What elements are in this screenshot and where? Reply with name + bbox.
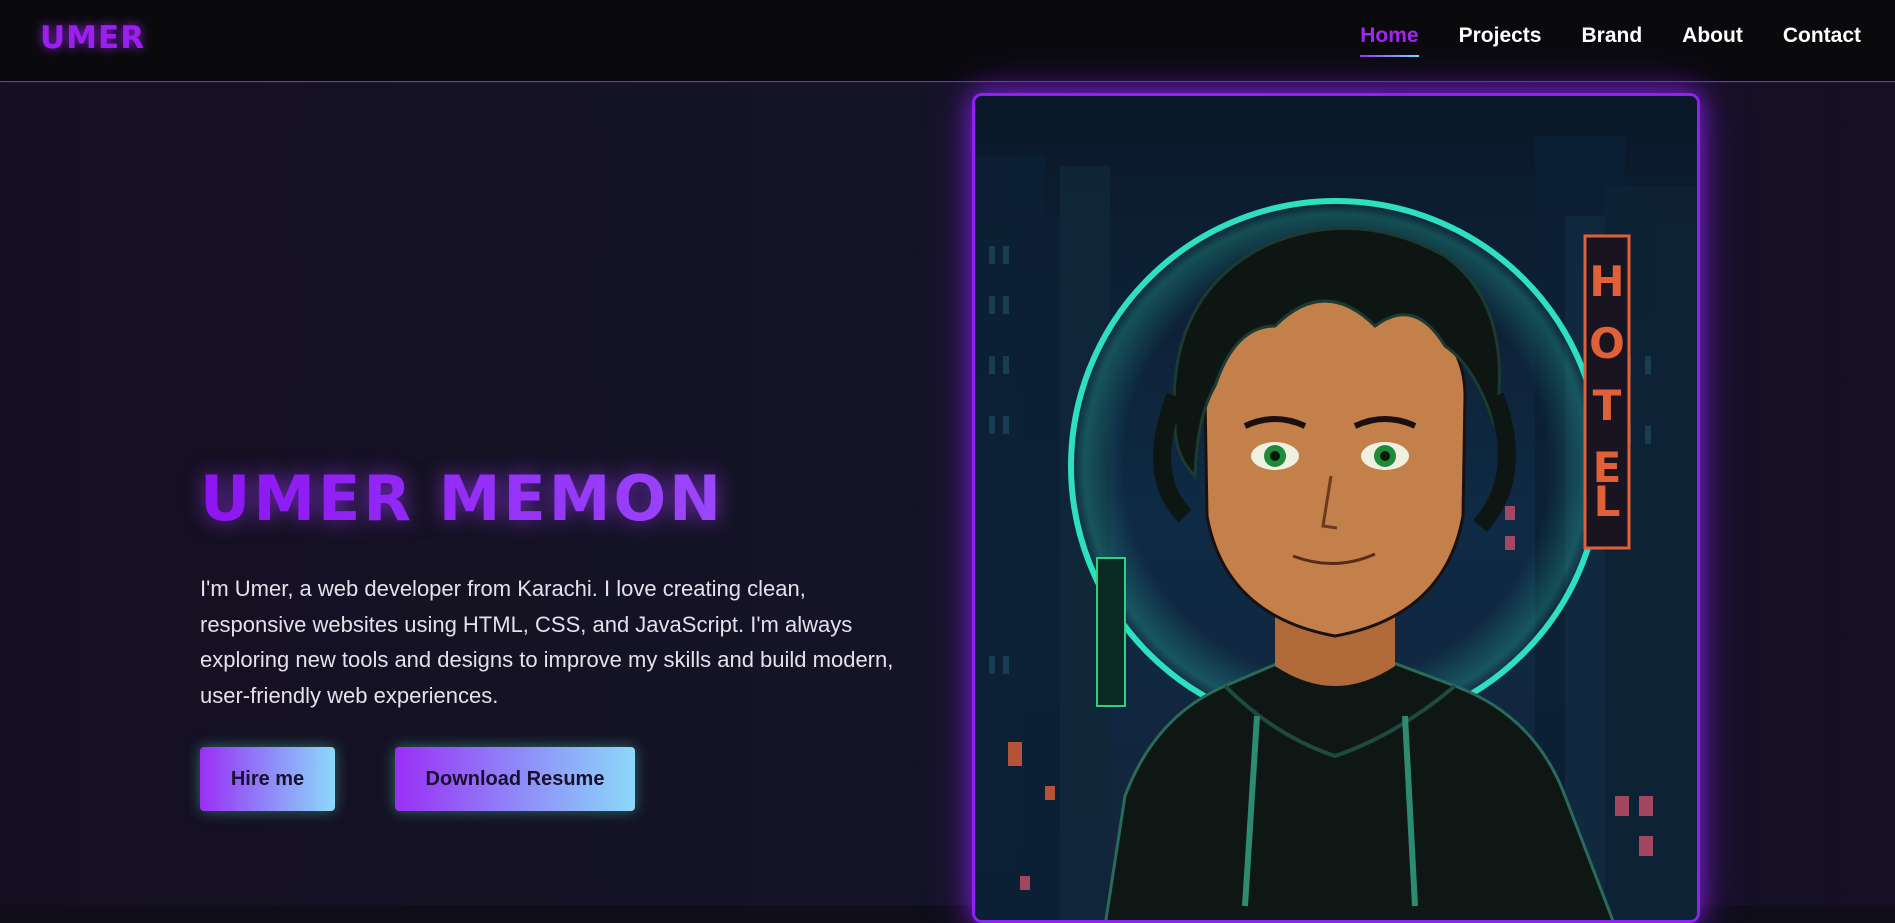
hero-text-block: UMER MEMON I'm Umer, a web developer fro… <box>200 462 920 713</box>
face <box>1203 294 1467 638</box>
navbar: UMER Home Projects Brand About Contact <box>0 0 1895 82</box>
svg-text:H: H <box>1589 257 1624 306</box>
svg-text:L: L <box>1594 477 1621 526</box>
portrait-image: H O T E L <box>972 93 1700 923</box>
nav-projects[interactable]: Projects <box>1459 24 1542 54</box>
hero-description: I'm Umer, a web developer from Karachi. … <box>200 576 894 708</box>
nav-contact[interactable]: Contact <box>1783 24 1861 54</box>
portrait-illustration: H O T E L <box>975 96 1697 920</box>
svg-text:T: T <box>1593 381 1622 430</box>
svg-text:O: O <box>1589 319 1625 368</box>
nav-brand[interactable]: Brand <box>1581 24 1642 54</box>
hire-me-button[interactable]: Hire me <box>200 747 335 811</box>
hero-name: UMER MEMON <box>200 462 920 535</box>
hero-buttons: Hire me Download Resume <box>200 747 635 811</box>
download-resume-button[interactable]: Download Resume <box>395 747 635 811</box>
hotel-sign: H O T E L <box>1583 234 1631 550</box>
nav-about[interactable]: About <box>1682 24 1743 54</box>
nav-links: Home Projects Brand About Contact <box>1360 24 1861 57</box>
logo[interactable]: UMER <box>40 20 145 56</box>
neon-sign-green <box>1096 557 1126 707</box>
nav-home[interactable]: Home <box>1360 24 1419 57</box>
